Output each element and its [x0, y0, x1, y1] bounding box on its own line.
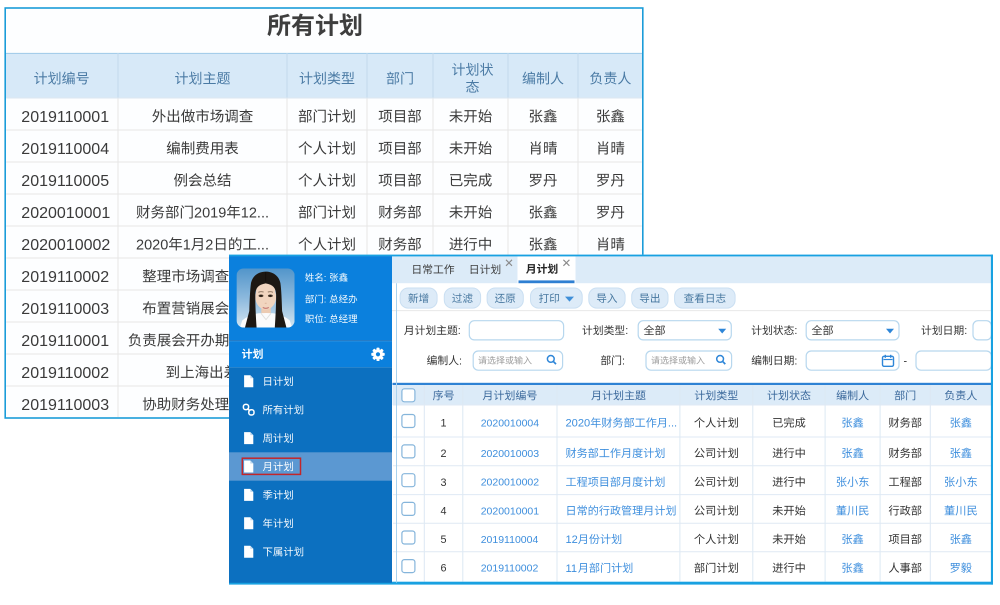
svg-text:...: ...	[257, 237, 269, 253]
svg-text::: :	[324, 314, 327, 325]
svg-text:-: -	[904, 355, 908, 367]
svg-text:2020010002: 2020010002	[481, 477, 540, 489]
svg-text:5: 5	[441, 534, 447, 546]
svg-text:2019110002: 2019110002	[21, 365, 109, 382]
svg-text:2020: 2020	[136, 237, 168, 253]
svg-text:12: 12	[566, 534, 578, 546]
svg-text:6: 6	[441, 563, 447, 575]
svg-text:1: 1	[441, 418, 447, 430]
svg-text::: :	[622, 355, 625, 367]
svg-text:2020010001: 2020010001	[481, 505, 540, 517]
svg-text:2: 2	[441, 448, 447, 460]
svg-text:2: 2	[205, 237, 213, 253]
svg-text::: :	[794, 355, 797, 367]
svg-text:2020010004: 2020010004	[481, 418, 540, 430]
svg-text:1: 1	[183, 237, 191, 253]
svg-text:2019110003: 2019110003	[21, 397, 109, 414]
svg-text:2019110003: 2019110003	[21, 301, 109, 318]
svg-text:2019110002: 2019110002	[481, 563, 539, 575]
svg-text:12...: 12...	[241, 205, 269, 221]
svg-text:3: 3	[441, 477, 447, 489]
svg-text:2019110001: 2019110001	[21, 109, 109, 126]
svg-text:2019: 2019	[194, 205, 226, 221]
svg-text::: :	[459, 355, 462, 367]
svg-text:2020: 2020	[566, 418, 591, 430]
svg-text:11: 11	[566, 563, 578, 575]
svg-text:4: 4	[441, 506, 447, 518]
svg-text:2020010003: 2020010003	[481, 448, 540, 460]
svg-text:2020010002: 2020010002	[21, 237, 110, 254]
svg-text:2019110001: 2019110001	[21, 333, 109, 350]
svg-text:2019110004: 2019110004	[21, 141, 109, 158]
svg-text:2019110002: 2019110002	[21, 269, 109, 286]
svg-text::: :	[625, 325, 628, 337]
svg-text::: :	[324, 295, 327, 306]
svg-text:2019110004: 2019110004	[481, 534, 539, 546]
svg-text:...: ...	[668, 418, 677, 430]
svg-text::: :	[794, 325, 797, 337]
svg-text:2019110005: 2019110005	[21, 173, 109, 190]
svg-text::: :	[324, 273, 327, 284]
svg-text:2020010001: 2020010001	[21, 205, 110, 222]
svg-text::: :	[458, 325, 461, 337]
svg-text::: :	[964, 325, 967, 337]
